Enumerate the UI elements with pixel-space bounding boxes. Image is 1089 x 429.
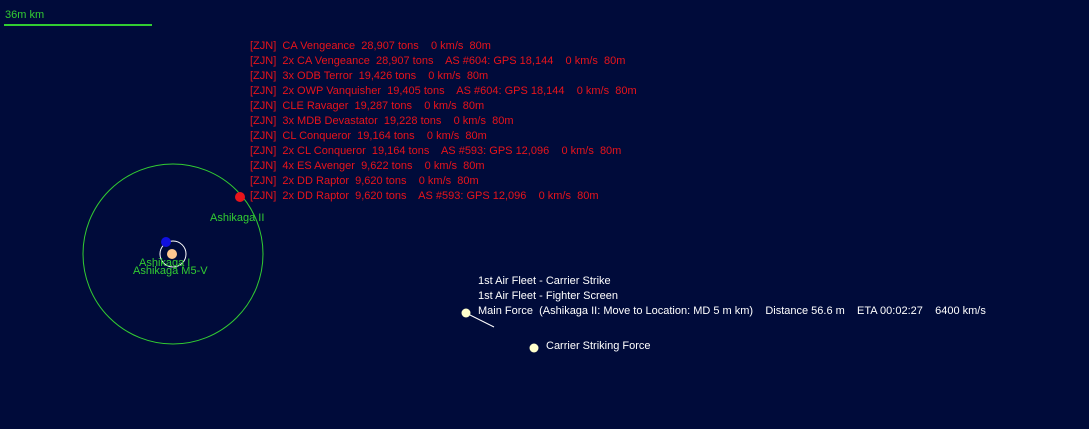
fleet-label-carrier-strike[interactable]: 1st Air Fleet - Carrier Strike	[478, 274, 611, 289]
contact-entry[interactable]: [ZJN] 2x CL Conqueror 19,164 tons AS #59…	[250, 144, 637, 159]
contact-entry[interactable]: [ZJN] 3x ODB Terror 19,426 tons 0 km/s 8…	[250, 69, 637, 84]
moon-marker[interactable]	[161, 237, 171, 247]
planet-label[interactable]: Ashikaga II	[210, 211, 264, 226]
contact-entry[interactable]: [ZJN] CL Conqueror 19,164 tons 0 km/s 80…	[250, 129, 637, 144]
main-force-marker[interactable]	[461, 308, 471, 318]
contact-entry[interactable]: [ZJN] 2x DD Raptor 9,620 tons AS #593: G…	[250, 189, 637, 204]
star-label[interactable]: Ashikaga M5-V	[133, 264, 208, 279]
fleet-label-fighter-screen[interactable]: 1st Air Fleet - Fighter Screen	[478, 289, 618, 304]
contact-entry[interactable]: [ZJN] 2x OWP Vanquisher 19,405 tons AS #…	[250, 84, 637, 99]
fleet-label-carrier-striking-force[interactable]: Carrier Striking Force	[546, 339, 651, 354]
contact-entry[interactable]: [ZJN] CLE Ravager 19,287 tons 0 km/s 80m	[250, 99, 637, 114]
hostile-contacts-list: [ZJN] CA Vengeance 28,907 tons 0 km/s 80…	[250, 39, 637, 204]
contact-entry[interactable]: [ZJN] 4x ES Avenger 9,622 tons 0 km/s 80…	[250, 159, 637, 174]
contact-entry[interactable]: [ZJN] 2x CA Vengeance 28,907 tons AS #60…	[250, 54, 637, 69]
contact-entry[interactable]: [ZJN] 2x DD Raptor 9,620 tons 0 km/s 80m	[250, 174, 637, 189]
contact-entry[interactable]: [ZJN] CA Vengeance 28,907 tons 0 km/s 80…	[250, 39, 637, 54]
fleet-label-main-force[interactable]: Main Force (Ashikaga II: Move to Locatio…	[478, 304, 986, 319]
contact-entry[interactable]: [ZJN] 3x MDB Devastator 19,228 tons 0 km…	[250, 114, 637, 129]
planet-marker-hostile[interactable]	[235, 192, 245, 202]
carrier-striking-force-marker[interactable]	[529, 343, 539, 353]
